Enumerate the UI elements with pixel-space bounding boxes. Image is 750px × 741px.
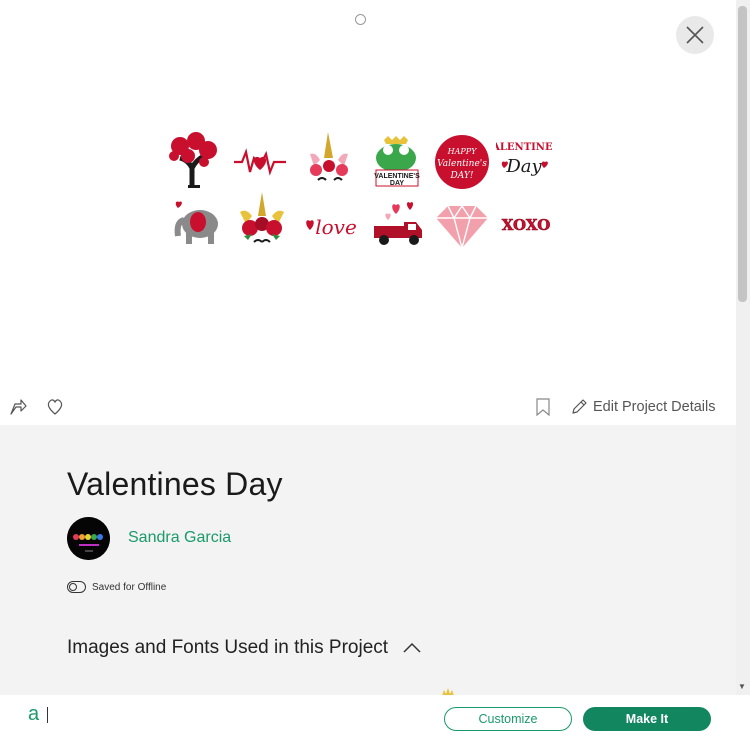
project-action-bar: Edit Project Details: [0, 390, 736, 425]
share-icon[interactable]: [9, 398, 27, 416]
images-fonts-section-header[interactable]: Images and Fonts Used in this Project: [67, 637, 422, 659]
happy-valentines-day-circle-design[interactable]: HAPPY Valentine's DAY!: [434, 134, 490, 190]
app-logo[interactable]: a: [28, 703, 39, 726]
saved-offline-toggle[interactable]: Saved for Offline: [67, 581, 166, 593]
heart-tree-design[interactable]: [166, 132, 222, 188]
page-title: Valentines Day: [67, 466, 283, 502]
toggle-icon[interactable]: [67, 581, 86, 593]
love-script-design[interactable]: love: [302, 196, 358, 252]
xoxo-design[interactable]: XOXO: [498, 196, 554, 252]
diamond-design[interactable]: [434, 196, 490, 252]
avatar[interactable]: [67, 517, 110, 560]
heart-icon[interactable]: [46, 398, 64, 416]
design-canvas[interactable]: VALENTINE'S DAY HAPPY Valentine's DAY! V…: [0, 0, 736, 390]
design-group[interactable]: VALENTINE'S DAY HAPPY Valentine's DAY! V…: [166, 130, 562, 254]
edit-project-details-link[interactable]: Edit Project Details: [571, 398, 716, 415]
svg-text:VALENTINE'S: VALENTINE'S: [496, 142, 552, 153]
author-link[interactable]: Sandra Garcia: [128, 529, 231, 547]
unicorn-roses-design[interactable]: [234, 190, 290, 246]
make-it-button[interactable]: Make It: [583, 707, 711, 731]
footer-bar: a Customize Make It: [0, 695, 750, 741]
elephant-heart-design[interactable]: [170, 196, 226, 252]
svg-text:Valentine's: Valentine's: [437, 159, 487, 169]
pencil-icon: [572, 399, 587, 414]
scroll-down-arrow-icon[interactable]: ▼: [738, 682, 746, 691]
customize-button[interactable]: Customize: [444, 707, 572, 731]
svg-text:VALENTINE'S: VALENTINE'S: [374, 173, 420, 180]
section-heading: Images and Fonts Used in this Project: [67, 637, 389, 658]
svg-text:Day: Day: [505, 156, 542, 177]
heartbeat-design[interactable]: [232, 132, 288, 188]
svg-text:DAY: DAY: [390, 180, 404, 187]
chevron-up-icon[interactable]: [402, 642, 422, 654]
close-button[interactable]: [676, 16, 714, 54]
unicorn-hearts-design[interactable]: [302, 130, 358, 186]
frog-valentines-day-design[interactable]: VALENTINE'S DAY: [370, 134, 426, 190]
edit-project-details-label: Edit Project Details: [593, 398, 716, 415]
scrollbar-thumb[interactable]: [738, 6, 747, 302]
close-icon: [686, 26, 704, 44]
svg-text:DAY!: DAY!: [450, 171, 474, 181]
truck-hearts-design[interactable]: [370, 196, 426, 252]
saved-offline-label: Saved for Offline: [92, 581, 167, 593]
svg-text:HAPPY: HAPPY: [447, 147, 478, 156]
svg-text:love: love: [315, 215, 357, 239]
rotate-handle-icon[interactable]: [355, 14, 366, 25]
valentines-day-text-design[interactable]: VALENTINE'S Day: [496, 134, 552, 190]
text-cursor: [47, 707, 48, 723]
bookmark-icon[interactable]: [535, 398, 551, 416]
svg-text:XOXO: XOXO: [502, 216, 551, 234]
avatar-image: [67, 517, 110, 560]
